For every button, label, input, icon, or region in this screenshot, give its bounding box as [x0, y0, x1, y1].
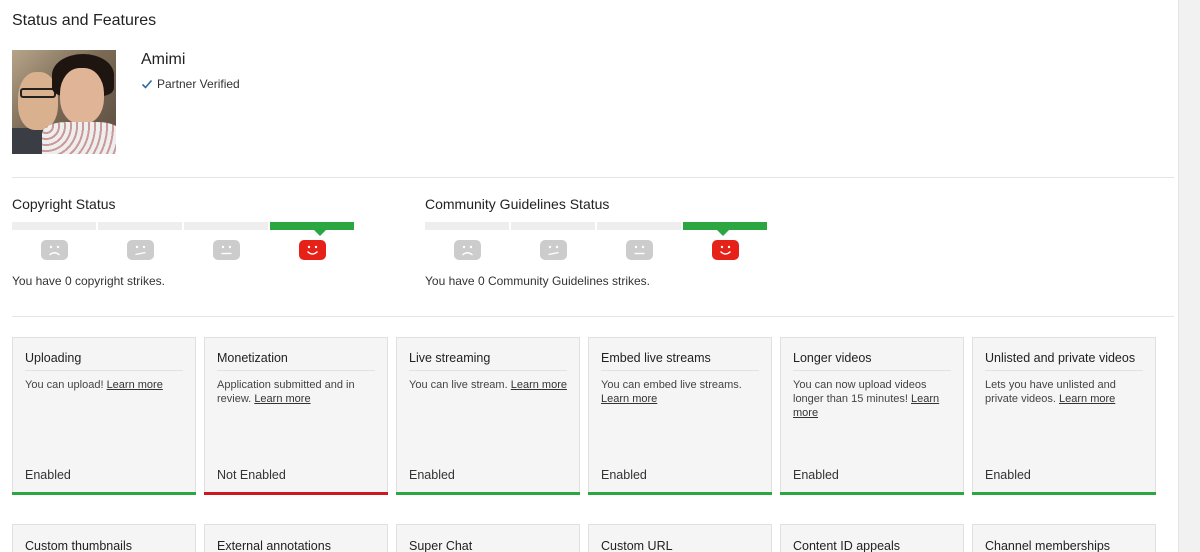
sad-face-icon: [453, 240, 481, 260]
feature-title: Embed live streams: [601, 351, 711, 365]
checkmark-icon: [141, 79, 153, 89]
feature-card-content-id-appeals: Content ID appeals: [780, 524, 964, 552]
feature-title: External annotations: [217, 539, 331, 552]
feature-status: Enabled: [601, 468, 647, 482]
strike-pointer: [717, 230, 729, 236]
strike-bar: [184, 222, 268, 230]
feature-title: Custom thumbnails: [25, 539, 132, 552]
page-title: Status and Features: [12, 12, 157, 29]
feature-card-channel-memberships: Channel memberships: [972, 524, 1156, 552]
happy-face-icon: [298, 240, 326, 260]
copyright-strike-bars: [12, 222, 354, 230]
feature-status: Enabled: [25, 468, 71, 482]
feature-card-external-annotations: External annotations: [204, 524, 388, 552]
learn-more-link[interactable]: Learn more: [511, 379, 567, 391]
feature-status: Enabled: [985, 468, 1031, 482]
neutral-face-icon: [212, 240, 240, 260]
strike-bar: [12, 222, 96, 230]
feature-card-longer-videos: Longer videos You can now upload videos …: [780, 337, 964, 495]
neutral-face-icon: [625, 240, 653, 260]
channel-name[interactable]: Amimi: [141, 51, 185, 69]
feature-title: Monetization: [217, 351, 288, 365]
section-divider: [12, 316, 1174, 317]
feature-card-custom-url: Custom URL: [588, 524, 772, 552]
learn-more-link[interactable]: Learn more: [254, 393, 310, 405]
feature-title: Content ID appeals: [793, 539, 901, 552]
happy-face-icon: [711, 240, 739, 260]
section-divider: [12, 177, 1174, 178]
community-guidelines-status: Community Guidelines Status You have 0 C…: [425, 196, 785, 288]
feature-status: Enabled: [793, 468, 839, 482]
status-bar-enabled: [12, 492, 196, 495]
feature-card-monetization: Monetization Application submitted and i…: [204, 337, 388, 495]
feature-title: Unlisted and private videos: [985, 351, 1136, 365]
feature-description: Lets you have unlisted and private video…: [985, 379, 1116, 405]
strike-bar: [425, 222, 509, 230]
feature-cards-row2: Custom thumbnails External annotations S…: [12, 524, 1156, 552]
feature-description: You can upload! Learn more: [25, 379, 163, 391]
copyright-strikes-text: You have 0 copyright strikes.: [12, 274, 165, 288]
feature-status: Not Enabled: [217, 468, 286, 482]
feature-card-super-chat: Super Chat: [396, 524, 580, 552]
strike-bar-active: [683, 222, 767, 230]
feature-status: Enabled: [409, 468, 455, 482]
strike-pointer: [314, 230, 326, 236]
sad-face-icon: [40, 240, 68, 260]
feature-description: You can live stream. Learn more: [409, 379, 567, 391]
feature-card-uploading: Uploading You can upload! Learn more Ena…: [12, 337, 196, 495]
copyright-status: Copyright Status You have 0 copyright st…: [12, 196, 372, 288]
feature-description: Application submitted and in review. Lea…: [217, 379, 355, 405]
status-bar-enabled: [972, 492, 1156, 495]
status-bar-enabled: [588, 492, 772, 495]
feature-cards: Uploading You can upload! Learn more Ena…: [12, 337, 1156, 495]
unhappy-face-icon: [126, 240, 154, 260]
community-strikes-text: You have 0 Community Guidelines strikes.: [425, 274, 650, 288]
feature-description: You can embed live streams. Learn more: [601, 379, 742, 405]
feature-title: Custom URL: [601, 539, 673, 552]
feature-title: Live streaming: [409, 351, 491, 365]
partner-verified-label: Partner Verified: [157, 77, 240, 91]
feature-title: Super Chat: [409, 539, 473, 552]
status-bar-enabled: [780, 492, 964, 495]
partner-verified-badge: Partner Verified: [141, 77, 240, 91]
copyright-status-title: Copyright Status: [12, 196, 116, 212]
feature-card-custom-thumbnails: Custom thumbnails: [12, 524, 196, 552]
feature-description: You can now upload videos longer than 15…: [793, 379, 940, 419]
community-status-title: Community Guidelines Status: [425, 196, 610, 212]
feature-card-unlisted-private-videos: Unlisted and private videos Lets you hav…: [972, 337, 1156, 495]
feature-card-embed-live-streams: Embed live streams You can embed live st…: [588, 337, 772, 495]
learn-more-link[interactable]: Learn more: [601, 393, 657, 405]
strike-bar: [98, 222, 182, 230]
feature-title: Longer videos: [793, 351, 872, 365]
vertical-scrollbar[interactable]: [1178, 0, 1200, 552]
channel-avatar[interactable]: [12, 50, 116, 154]
feature-card-live-streaming: Live streaming You can live stream. Lear…: [396, 337, 580, 495]
status-bar-enabled: [396, 492, 580, 495]
feature-title: Channel memberships: [985, 539, 1111, 552]
status-bar-not-enabled: [204, 492, 388, 495]
strike-bar-active: [270, 222, 354, 230]
community-strike-bars: [425, 222, 767, 230]
feature-title: Uploading: [25, 351, 82, 365]
strike-bar: [511, 222, 595, 230]
learn-more-link[interactable]: Learn more: [107, 379, 163, 391]
strike-bar: [597, 222, 681, 230]
unhappy-face-icon: [539, 240, 567, 260]
learn-more-link[interactable]: Learn more: [1059, 393, 1115, 405]
